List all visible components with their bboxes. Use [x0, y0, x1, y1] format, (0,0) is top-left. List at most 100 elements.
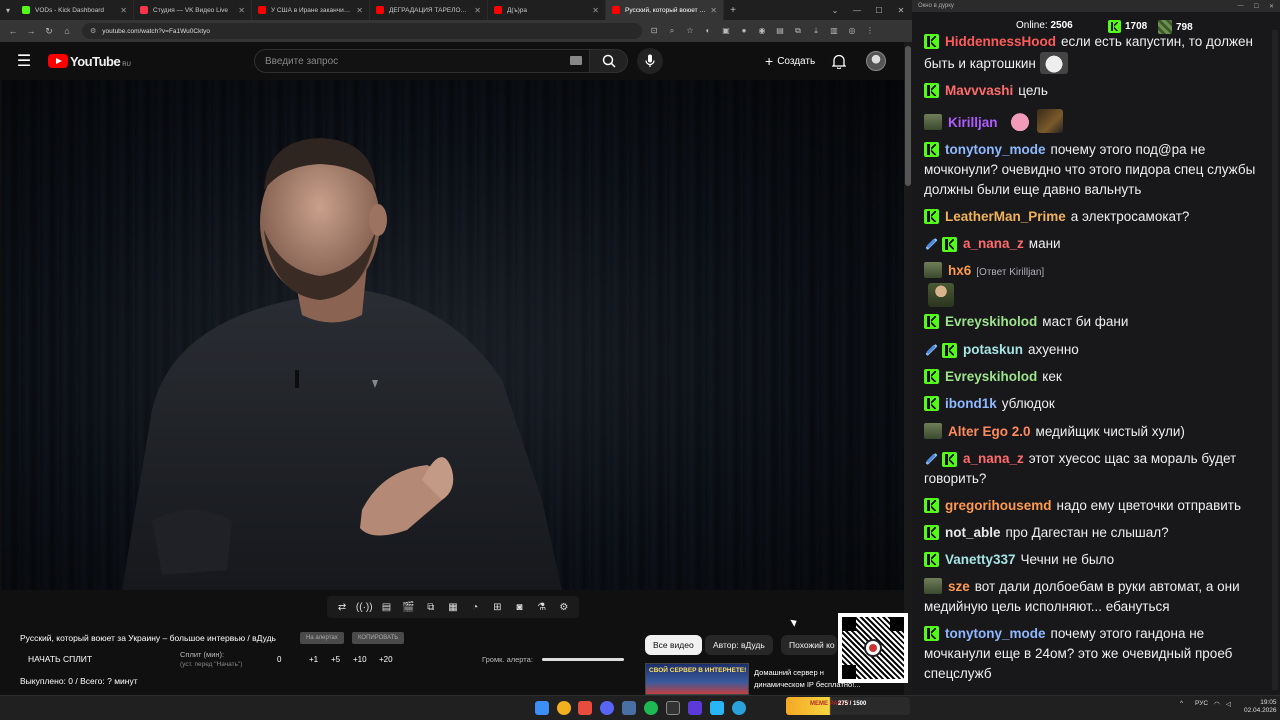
forward-button[interactable]: →: [22, 26, 40, 36]
tab-close-icon[interactable]: ✕: [592, 6, 599, 15]
chat-username[interactable]: Evreyskiholod: [945, 369, 1037, 384]
chat-username[interactable]: a_nana_z: [963, 451, 1024, 466]
chat-close-button[interactable]: ✕: [1269, 3, 1274, 10]
chat-username[interactable]: LeatherMan_Prime: [945, 209, 1066, 224]
taskbar-discord-icon[interactable]: [600, 701, 614, 715]
tab-close-icon[interactable]: ✕: [356, 6, 363, 15]
start-split-button[interactable]: НАЧАТЬ СПЛИТ: [28, 654, 92, 664]
add-clip-icon[interactable]: ⊞: [489, 600, 505, 614]
browser-tab[interactable]: У США в Иране заканчиваются ✕: [252, 0, 370, 20]
taskbar-app-icon-1[interactable]: [578, 701, 592, 715]
chip-similar[interactable]: Похожий ко: [781, 635, 837, 655]
start-button[interactable]: [535, 701, 549, 715]
chat-username[interactable]: not_able: [945, 525, 1001, 540]
new-tab-button[interactable]: +: [724, 5, 742, 16]
voice-search-button[interactable]: [637, 48, 663, 74]
close-window-button[interactable]: ✕: [890, 6, 912, 15]
keyboard-icon[interactable]: [570, 56, 582, 65]
account-avatar[interactable]: [866, 51, 886, 71]
tab-close-icon[interactable]: ✕: [120, 6, 127, 15]
split-plus-10-button[interactable]: +10: [353, 655, 367, 664]
speed-gauge-icon[interactable]: ◔: [467, 600, 483, 614]
screenshot-camera-icon[interactable]: ◙: [511, 600, 527, 614]
back-button[interactable]: ←: [4, 26, 22, 36]
split-plus-1-button[interactable]: +1: [309, 655, 318, 664]
chat-username[interactable]: Mavvvashi: [945, 83, 1013, 98]
search-button[interactable]: [590, 49, 628, 73]
alert-volume-slider[interactable]: [542, 658, 624, 661]
picture-in-picture-icon[interactable]: ⧉: [423, 600, 439, 614]
taskbar-chrome-icon[interactable]: [557, 701, 571, 715]
split-plus-20-button[interactable]: +20: [379, 655, 393, 664]
extensions-puzzle-icon[interactable]: ⧉: [792, 26, 804, 36]
taskbar-app-icon-4[interactable]: [710, 701, 724, 715]
tab-close-icon[interactable]: ✕: [474, 6, 481, 15]
tab-search-icon[interactable]: ▾: [0, 0, 16, 20]
chat-minimize-button[interactable]: —: [1238, 3, 1244, 10]
chat-username[interactable]: potaskun: [963, 342, 1023, 357]
chip-all-videos[interactable]: Все видео: [645, 635, 702, 655]
clapper-icon[interactable]: 🎬: [401, 600, 417, 614]
taskbar-spotify-icon[interactable]: [644, 701, 658, 715]
extension-icon-1[interactable]: ◐: [702, 26, 714, 36]
chat-username[interactable]: hx6: [948, 263, 971, 278]
guide-menu-icon[interactable]: ☰: [0, 51, 48, 71]
tab-close-icon[interactable]: ✕: [710, 6, 717, 15]
extension-icon-4[interactable]: ◉: [756, 26, 768, 36]
chat-scrollbar[interactable]: [1272, 30, 1278, 690]
loop-icon[interactable]: ⇄: [334, 600, 350, 614]
donation-goal-widget[interactable]: MEME PARTY 275 / 1500: [786, 697, 910, 715]
browser-tab[interactable]: Студия — VK Видео Live ✕: [134, 0, 252, 20]
ad-thumbnail[interactable]: СВОЙ СЕРВЕР В ИНТЕРНЕТЕ!: [645, 663, 749, 695]
menu-dots-icon[interactable]: ⋮: [864, 26, 876, 36]
chat-username[interactable]: a_nana_z: [963, 236, 1024, 251]
chat-username[interactable]: HiddennessHood: [945, 34, 1056, 49]
tray-chevron-icon[interactable]: ^: [1180, 700, 1183, 707]
tab-list-down-icon[interactable]: ⌄: [824, 6, 846, 15]
playlist-watch-icon[interactable]: ▤: [378, 600, 394, 614]
tab-close-icon[interactable]: ✕: [238, 6, 245, 15]
chip-author[interactable]: Автор: вДудь: [705, 635, 773, 655]
reload-button[interactable]: ↻: [40, 26, 58, 37]
chat-username[interactable]: Kirilljan: [948, 115, 998, 130]
browser-tab[interactable]: ДЕГРАДАЦИЯ ТАРЕЛОЧНИЦ ✕: [370, 0, 488, 20]
lang-indicator[interactable]: РУС: [1195, 700, 1208, 707]
chat-username[interactable]: Vanetty337: [945, 552, 1016, 567]
browser-tab[interactable]: VODs - Kick Dashboard ✕: [16, 0, 134, 20]
chat-username[interactable]: ibond1k: [945, 396, 997, 411]
notifications-button[interactable]: [829, 51, 849, 71]
chat-username[interactable]: tonytony_mode: [945, 626, 1046, 641]
settings-gear-icon[interactable]: ⚙: [556, 600, 572, 614]
extension-icon-5[interactable]: ▤: [774, 26, 786, 36]
page-scrollbar-thumb[interactable]: [905, 46, 911, 186]
flask-icon[interactable]: ⚗: [534, 600, 550, 614]
copy-button[interactable]: КОПИРОВАТЬ: [352, 632, 405, 644]
profile-icon[interactable]: ◎: [846, 26, 858, 36]
chat-username[interactable]: Alter Ego 2.0: [948, 424, 1031, 439]
site-info-icon[interactable]: ⚙: [90, 27, 96, 35]
browser-tab[interactable]: Д(ъ)ра ✕: [488, 0, 606, 20]
bookmark-star-icon[interactable]: ☆: [684, 26, 696, 36]
download-icon[interactable]: ⤓: [810, 26, 822, 36]
extension-icon-3[interactable]: ●: [738, 26, 750, 36]
wifi-icon[interactable]: ◠: [1214, 700, 1220, 708]
url-field[interactable]: ⚙ youtube.com/watch?v=Fa1Wu0Cktyo: [82, 23, 642, 39]
chat-username[interactable]: sze: [948, 579, 970, 594]
taskbar-app-icon-3[interactable]: [688, 701, 702, 715]
split-plus-5-button[interactable]: +5: [331, 655, 340, 664]
taskbar-clock[interactable]: 19:05 02.04.2026: [1244, 699, 1277, 715]
volume-icon[interactable]: ◁: [1226, 700, 1231, 708]
youtube-logo[interactable]: YouTube RU: [48, 54, 131, 69]
home-button[interactable]: ⌂: [58, 26, 76, 36]
alerts-pill[interactable]: На алертах: [300, 632, 344, 644]
side-panel-icon[interactable]: ▥: [828, 26, 840, 36]
chat-username[interactable]: Evreyskiholod: [945, 314, 1037, 329]
taskbar-obs-icon[interactable]: [666, 701, 680, 715]
chat-username[interactable]: tonytony_mode: [945, 142, 1046, 157]
extension-icon-2[interactable]: ▣: [720, 26, 732, 36]
video-player[interactable]: [2, 80, 904, 590]
minimize-button[interactable]: —: [846, 6, 868, 15]
create-button[interactable]: + Создать: [755, 49, 826, 73]
zoom-icon[interactable]: ⌕: [666, 26, 678, 36]
taskbar-app-icon-2[interactable]: [622, 701, 636, 715]
